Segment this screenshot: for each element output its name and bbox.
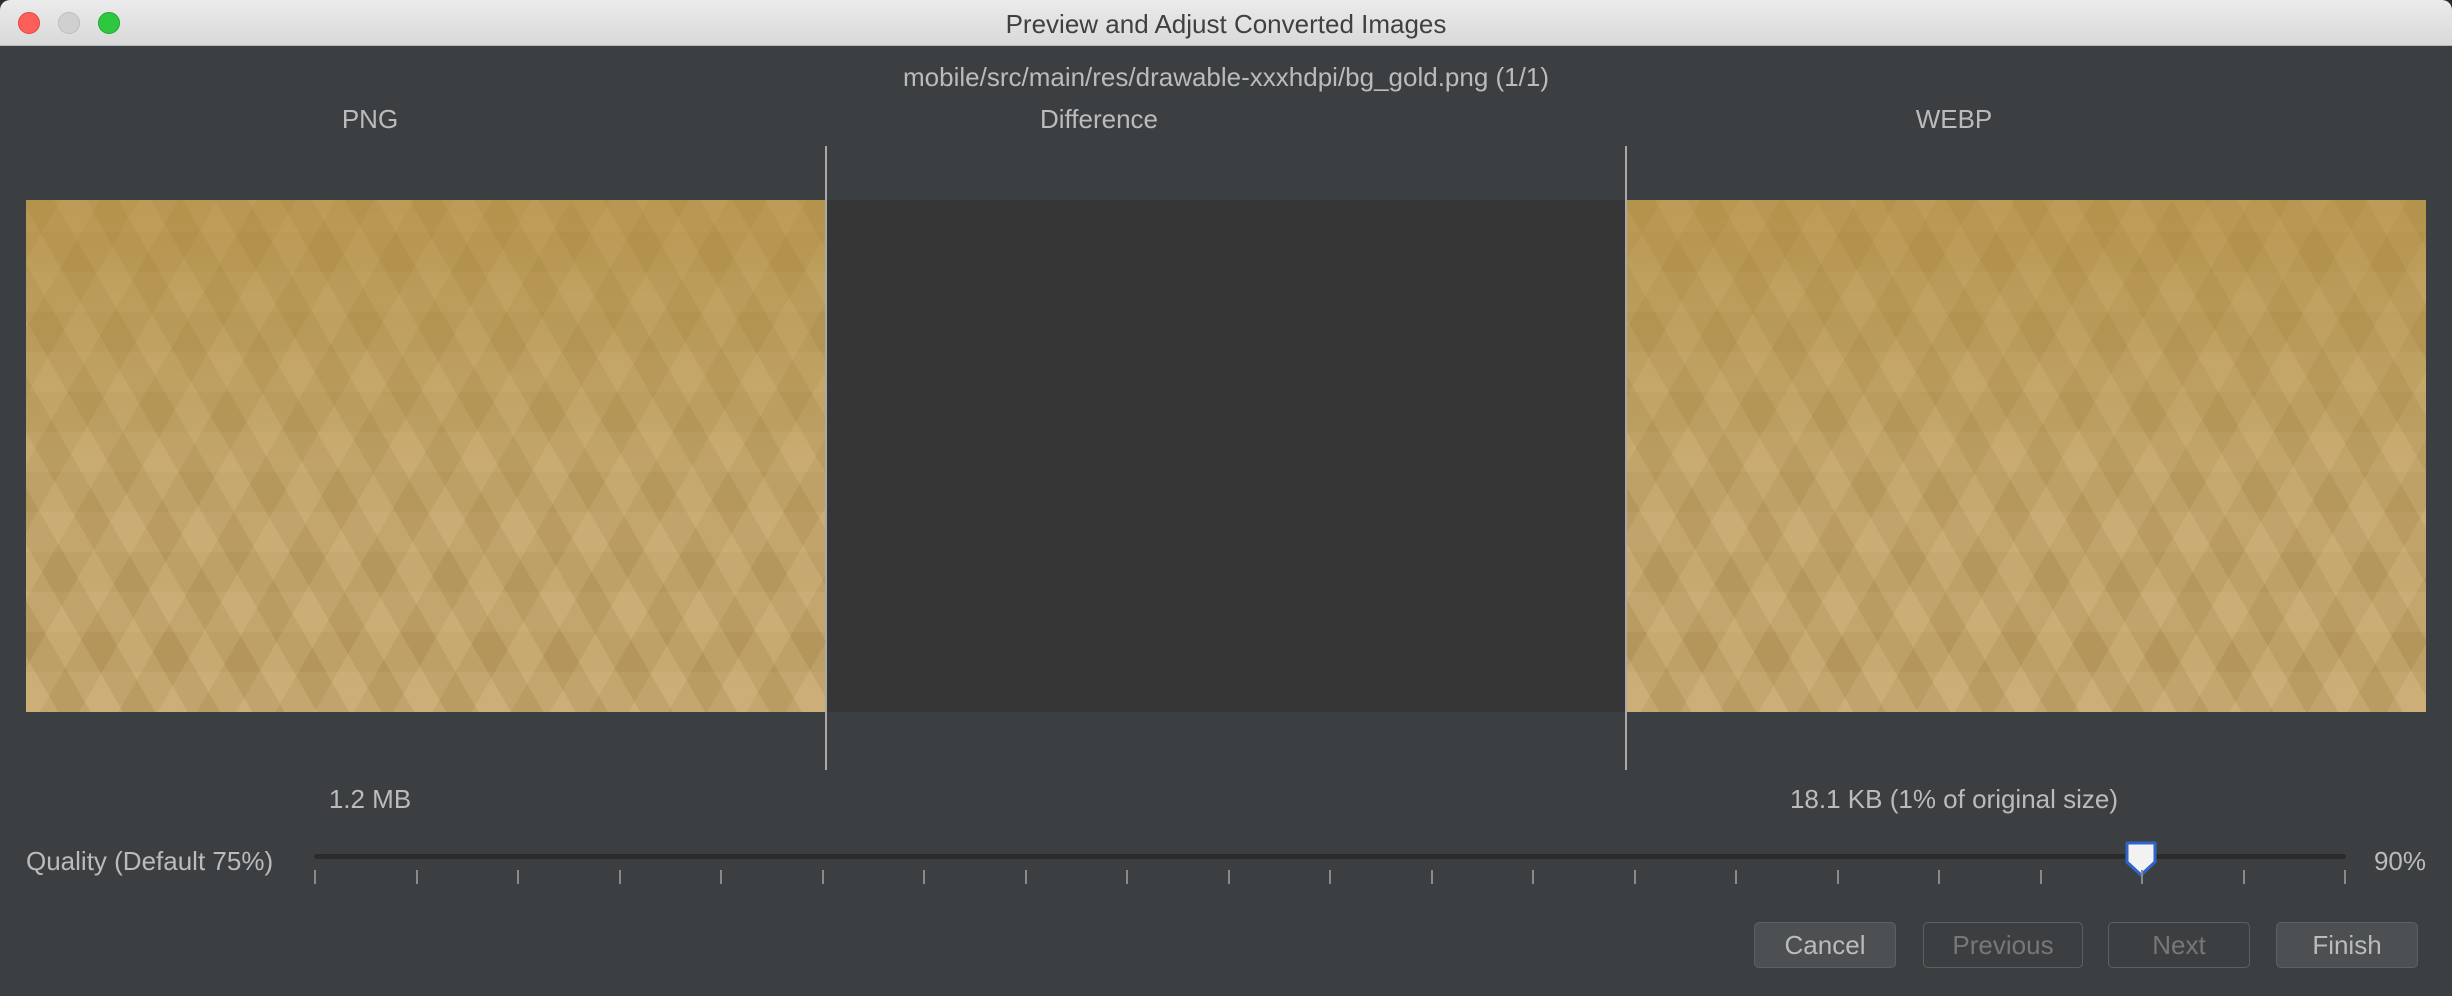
file-path-label: mobile/src/main/res/drawable-xxxhdpi/bg_… <box>903 62 1549 92</box>
slider-tick <box>1634 870 1636 884</box>
cancel-button[interactable]: Cancel <box>1754 922 1896 968</box>
slider-tick <box>923 870 925 884</box>
slider-tick <box>2243 870 2245 884</box>
webp-column-header: WEBP <box>1915 104 1993 134</box>
slider-tick <box>1837 870 1839 884</box>
slider-tick <box>1329 870 1331 884</box>
slider-tick <box>2344 870 2346 884</box>
slider-tick <box>416 870 418 884</box>
slider-track[interactable] <box>314 854 2346 859</box>
webp-size-label: 18.1 KB (1% of original size) <box>1789 784 2119 814</box>
png-size-label: 1.2 MB <box>328 784 412 814</box>
finish-button[interactable]: Finish <box>2276 922 2418 968</box>
slider-tick <box>2040 870 2042 884</box>
slider-tick <box>1431 870 1433 884</box>
quality-slider[interactable] <box>314 838 2346 888</box>
slider-tick <box>822 870 824 884</box>
slider-tick <box>314 870 316 884</box>
title-bar[interactable]: Preview and Adjust Converted Images <box>0 0 2452 46</box>
slider-tick <box>1126 870 1128 884</box>
slider-tick <box>2141 870 2143 884</box>
slider-tick <box>1025 870 1027 884</box>
quality-value: 90% <box>2373 846 2426 876</box>
slider-tick <box>1532 870 1534 884</box>
next-button[interactable]: Next <box>2108 922 2250 968</box>
slider-tick <box>517 870 519 884</box>
slider-tick <box>1735 870 1737 884</box>
slider-tick <box>619 870 621 884</box>
difference-preview-image <box>827 200 1625 712</box>
window-title: Preview and Adjust Converted Images <box>1005 9 1447 39</box>
slider-tick <box>1938 870 1940 884</box>
slider-tick <box>720 870 722 884</box>
previous-button[interactable]: Previous <box>1923 922 2083 968</box>
png-column-header: PNG <box>341 104 399 134</box>
difference-column-header: Difference <box>1039 104 1159 134</box>
dialog-window: Preview and Adjust Converted Images mobi… <box>0 0 2452 996</box>
png-preview-image <box>26 200 825 712</box>
quality-label: Quality (Default 75%) <box>26 846 274 876</box>
slider-tick <box>1228 870 1230 884</box>
webp-preview-image <box>1627 200 2426 712</box>
